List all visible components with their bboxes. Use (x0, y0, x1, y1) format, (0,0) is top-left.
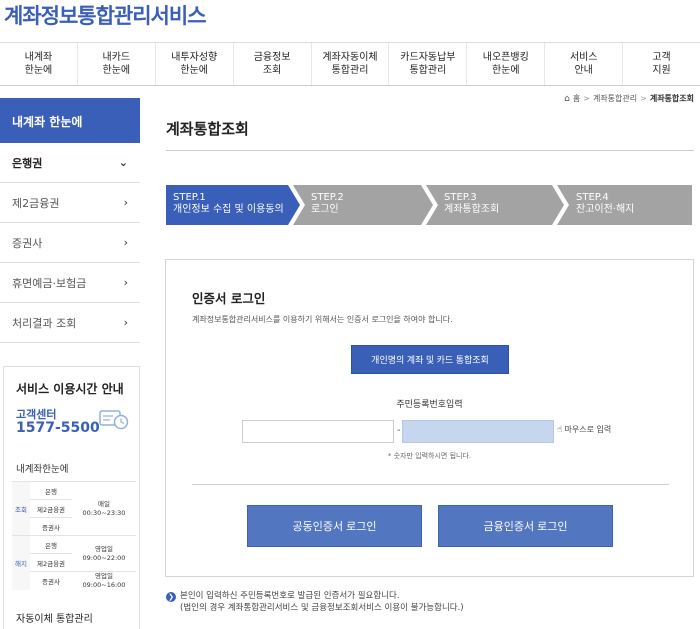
hours-group-cancel: 해지 (12, 535, 30, 590)
hours-time: 영업일 09:00~22:00 (72, 535, 136, 572)
hours-time: 영업일 09:00~16:00 (72, 571, 136, 590)
rrn-label: 주민등록번호입력 (396, 400, 463, 410)
home-icon[interactable]: ⌂ (564, 94, 570, 104)
step-label: 잔고이전·해지 (576, 204, 635, 215)
step-number: STEP.3 (444, 192, 477, 203)
breadcrumb: ⌂ 홈 > 계좌통합관리 > 계좌통합조회 (564, 93, 694, 104)
gnb-financial-info[interactable]: 금융정보 조회 (234, 43, 312, 85)
financial-cert-login-button[interactable]: 금융인증서 로그인 (438, 505, 613, 547)
service-hours-table: 조회 은행 매일 00:30~23:30 제2금융권 증권사 해지 은행 영업일 0… (12, 481, 136, 590)
chevron-right-icon: › (123, 236, 128, 249)
info-icon: ❯ (166, 592, 176, 602)
personal-lookup-button[interactable]: 개인명의 계좌 및 카드 통합조회 (351, 345, 509, 374)
hours-kind: 제2금융권 (30, 499, 72, 518)
rrn-dash: - (397, 425, 401, 436)
hours-group-lookup: 조회 (12, 481, 30, 536)
site-title[interactable]: 계좌정보통합관리서비스 (4, 0, 207, 30)
sidebar-item-second-tier[interactable]: 제2금융권 › (0, 183, 140, 223)
gnb-investment-profile[interactable]: 내투자성향 한눈에 (156, 43, 234, 85)
step-1: STEP.1 개인정보 수집 및 이용동의 (173, 185, 284, 225)
gnb-my-accounts[interactable]: 내계좌 한눈에 (0, 43, 78, 85)
sidebar-heading: 내계좌 한눈에 (0, 98, 140, 143)
sidebar-item-securities[interactable]: 증권사 › (0, 223, 140, 263)
chevron-right-icon: › (123, 316, 128, 329)
sidebar-item-bank[interactable]: 은행권 ⌄ (0, 143, 140, 183)
hours-kind: 제2금융권 (30, 553, 72, 572)
gnb-customer-support[interactable]: 고객 지원 (623, 43, 700, 85)
mouse-input-label: 마우스로 입력 (564, 425, 612, 434)
sidebar: 내계좌 한눈에 은행권 ⌄ 제2금융권 › 증권사 › 휴면예금·보험금 › 처… (0, 98, 140, 343)
sidebar-item-dormant[interactable]: 휴면예금·보험금 › (0, 263, 140, 303)
rrn-hint: * 숫자만 입력하시면 됩니다. (387, 452, 472, 460)
hours-kind: 은행 (30, 535, 72, 554)
chevron-down-icon: ⌄ (118, 156, 128, 169)
breadcrumb-home[interactable]: 홈 (573, 93, 580, 104)
step-number: STEP.2 (311, 192, 344, 203)
sidebar-item-label: 은행권 (12, 156, 43, 170)
service-hours-box: 서비스 이용시간 안내 고객센터 1577-5500 내계좌한눈에 조회 은행 … (3, 366, 140, 629)
chevron-right-icon: › (123, 196, 128, 209)
notice-line-1: 본인이 입력하신 주민등록번호로 발급된 인증서가 필요합니다. (180, 591, 400, 601)
login-notice: ❯ 본인이 입력하신 주민등록번호로 발급된 인증서가 필요합니다. (법인의 경… (166, 590, 464, 614)
gnb-service-info[interactable]: 서비스 안내 (545, 43, 624, 85)
rrn-back-input[interactable] (402, 420, 554, 443)
breadcrumb-current: 계좌통합조회 (649, 94, 694, 103)
sidebar-item-label: 증권사 (12, 236, 43, 250)
sidebar-item-label: 휴면예금·보험금 (12, 276, 87, 290)
hours-kind: 증권사 (30, 571, 72, 590)
gnb-my-cards[interactable]: 내카드 한눈에 (78, 43, 156, 85)
step-number: STEP.4 (576, 192, 609, 203)
step-2: STEP.2 로그인 (311, 185, 344, 225)
login-divider (192, 484, 669, 485)
certificate-login-box: 인증서 로그인 계좌정보통합관리서비스를 이용하기 위해서는 인증서 로그인을 … (165, 259, 694, 577)
hours-time: 매일 00:30~23:30 (72, 481, 136, 536)
sidebar-item-label: 처리결과 조회 (12, 316, 77, 330)
mouse-input-link[interactable]: ☝ 마우스로 입력 (557, 424, 611, 435)
page-title: 계좌통합조회 (166, 120, 249, 138)
step-label: 로그인 (311, 204, 339, 215)
customer-center-number: 1577-5500 (16, 420, 100, 436)
title-divider (166, 150, 694, 151)
public-cert-login-button[interactable]: 공동인증서 로그인 (247, 505, 422, 547)
breadcrumb-separator: > (640, 94, 647, 103)
sidebar-item-results[interactable]: 처리결과 조회 › (0, 303, 140, 343)
step-4: STEP.4 잔고이전·해지 (576, 185, 634, 225)
autopay-section-title: 자동이체 통합관리 (16, 614, 93, 625)
chevron-right-icon: › (123, 276, 128, 289)
hours-kind: 은행 (30, 481, 72, 500)
step-3: STEP.3 계좌통합조회 (444, 185, 499, 225)
breadcrumb-separator: > (583, 94, 590, 103)
step-label: 개인정보 수집 및 이용동의 (173, 204, 284, 215)
breadcrumb-parent[interactable]: 계좌통합관리 (593, 93, 637, 104)
notice-line-2: (법인의 경우 계좌통합관리서비스 및 금융정보조회서비스 이용이 불가능합니다… (180, 603, 464, 613)
hours-section-title: 내계좌한눈에 (16, 464, 69, 475)
gnb-account-autopay[interactable]: 계좌자동이체 통합관리 (312, 43, 390, 85)
gnb-open-banking[interactable]: 내오픈뱅킹 한눈에 (467, 43, 546, 85)
step-label: 계좌통합조회 (444, 204, 500, 215)
gnb-card-autopay[interactable]: 카드자동납부 통합관리 (389, 43, 468, 85)
login-title: 인증서 로그인 (192, 291, 266, 306)
sidebar-item-label: 제2금융권 (12, 196, 60, 210)
mouse-icon: ☝ (557, 424, 563, 435)
rrn-front-input[interactable] (242, 420, 394, 443)
step-indicator: STEP.1 개인정보 수집 및 이용동의 STEP.2 로그인 STEP.3 … (166, 185, 692, 225)
service-hours-title: 서비스 이용시간 안내 (16, 382, 124, 396)
phone-clock-icon (99, 410, 129, 430)
hours-kind: 증권사 (30, 517, 72, 536)
login-description: 계좌정보통합관리서비스를 이용하기 위해서는 인증서 로그인을 하여야 합니다. (192, 315, 453, 324)
step-number: STEP.1 (173, 192, 206, 203)
global-nav: 내계좌 한눈에 내카드 한눈에 내투자성향 한눈에 금융정보 조회 계좌자동이체… (0, 42, 700, 86)
